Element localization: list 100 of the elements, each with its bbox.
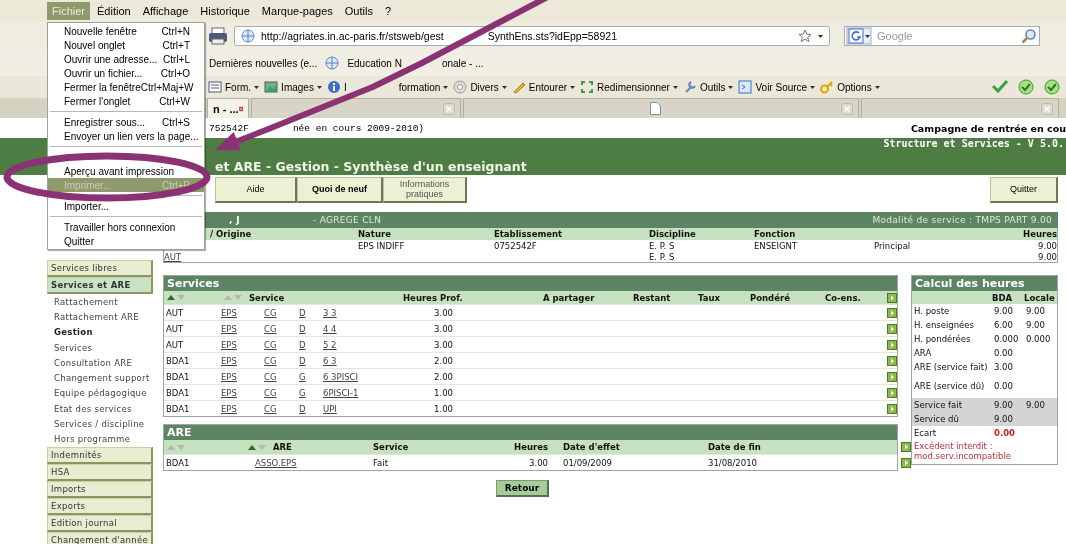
back-button[interactable]: Retour <box>495 480 550 497</box>
toolbar-button[interactable]: Entourer <box>511 79 576 95</box>
sidebar-item[interactable]: Hors programme <box>47 431 153 447</box>
sort-arrows-icon[interactable] <box>166 294 186 301</box>
bookmark-link[interactable]: Education N <box>347 57 402 69</box>
print-icon[interactable] <box>208 27 228 45</box>
table-link[interactable]: EPS <box>221 339 237 350</box>
table-link[interactable]: EPS <box>221 371 237 382</box>
table-link[interactable]: CG <box>264 339 277 350</box>
menu-item[interactable]: Outils <box>339 2 378 20</box>
toolbar-button[interactable]: Options <box>820 79 880 95</box>
sidebar-item[interactable]: Services et ARE <box>47 277 153 294</box>
menu-item[interactable]: Quitter <box>64 235 94 247</box>
toolbar-button[interactable]: Divers <box>453 79 507 95</box>
table-link[interactable]: 6 3 <box>323 355 337 366</box>
star-icon[interactable] <box>798 29 812 43</box>
menu-item[interactable]: Importer... <box>64 200 109 212</box>
address-bar[interactable]: http://agriates.in.ac-paris.fr/stsweb/gest SynthEns.sts?idEpp=58921 <box>234 26 830 46</box>
table-link[interactable]: ASSO.EPS <box>255 457 297 468</box>
table-link[interactable]: CG <box>264 387 277 398</box>
table-link[interactable]: CG <box>264 371 277 382</box>
sidebar-item[interactable]: Equipe pédagogique <box>47 385 153 402</box>
check-circle-icon[interactable] <box>1018 79 1034 95</box>
menu-item[interactable]: Affichage <box>137 2 194 20</box>
sidebar-item[interactable]: Indemnités <box>47 446 153 464</box>
nav-button[interactable]: Informations pratiques <box>383 177 467 203</box>
table-link[interactable]: D <box>299 323 306 334</box>
toolbar-button[interactable]: Images <box>264 79 322 95</box>
table-link[interactable]: G <box>299 371 306 382</box>
table-link[interactable]: AUT <box>164 251 182 262</box>
toolbar-button[interactable]: Redimensionner <box>580 79 678 95</box>
dropdown-icon[interactable] <box>874 85 880 89</box>
table-link[interactable]: UPI <box>323 403 337 414</box>
table-link[interactable]: 6 3PISCI <box>323 371 358 382</box>
sidebar-item[interactable]: Rattachement <box>47 294 153 310</box>
nav-button[interactable]: Aide <box>215 177 297 203</box>
dropdown-icon[interactable] <box>810 85 816 89</box>
table-link[interactable]: CG <box>264 307 277 318</box>
table-link[interactable]: D <box>299 339 306 350</box>
sidebar-item[interactable]: Changement support <box>47 370 153 386</box>
menu-item[interactable]: Ouvrir une adresse... <box>64 53 158 65</box>
checkmark-icon[interactable] <box>992 79 1008 93</box>
table-link[interactable]: EPS <box>221 387 237 398</box>
table-link[interactable]: CG <box>264 355 277 366</box>
bookmark-link[interactable]: onale - ... <box>441 57 484 69</box>
table-link[interactable]: EPS <box>221 307 237 318</box>
menu-item[interactable]: Enregistrer sous... <box>64 116 146 128</box>
table-link[interactable]: 3 3 <box>323 307 337 318</box>
menu-item[interactable]: Historique <box>195 2 255 20</box>
menu-item[interactable]: Marque-pages <box>256 2 338 20</box>
table-link[interactable]: D <box>299 403 306 414</box>
table-link[interactable]: 6PISCI-1 <box>323 387 359 398</box>
menu-item[interactable]: Édition <box>92 2 136 20</box>
table-link[interactable]: EPS <box>221 355 237 366</box>
dropdown-icon[interactable] <box>570 85 576 89</box>
toolbar-button[interactable]: Form. <box>208 79 260 95</box>
search-engine-icon[interactable] <box>846 27 872 45</box>
table-link[interactable]: D <box>299 355 306 366</box>
table-link[interactable]: EPS <box>221 323 237 334</box>
table-link[interactable]: CG <box>264 403 277 414</box>
table-link[interactable]: 5 2 <box>323 339 337 350</box>
dropdown-icon[interactable] <box>818 34 823 38</box>
nav-button[interactable]: Quoi de neuf <box>297 177 383 203</box>
menu-item[interactable]: Aperçu avant impression <box>64 165 175 177</box>
sidebar-item[interactable]: Services / discipline <box>47 416 153 432</box>
table-link[interactable]: CG <box>264 323 277 334</box>
toolbar-button[interactable]: Voir Source <box>738 79 816 95</box>
table-link[interactable]: 4 4 <box>323 323 337 334</box>
table-link[interactable]: G <box>299 387 306 398</box>
sidebar-item[interactable]: Rattachement ARE <box>47 309 153 325</box>
dropdown-icon[interactable] <box>728 85 734 89</box>
sidebar-item[interactable]: Services libres <box>47 260 153 277</box>
search-icon[interactable] <box>1021 28 1037 44</box>
menu-item[interactable]: Ouvrir un fichier... <box>64 67 143 79</box>
menu-item[interactable]: Travailler hors connexion <box>64 221 176 233</box>
bookmark-link[interactable]: Dernières nouvelles (e... <box>209 57 318 69</box>
menu-item[interactable]: Fermer la fenêtre <box>64 81 141 93</box>
quit-button[interactable]: Quitter <box>990 177 1058 203</box>
dropdown-icon[interactable] <box>501 85 507 89</box>
browser-tab[interactable] <box>251 98 461 118</box>
menu-item[interactable]: Envoyer un lien vers la page... <box>64 130 199 142</box>
sort-arrows-icon[interactable] <box>247 443 267 451</box>
sidebar-item[interactable]: Services <box>47 339 153 356</box>
browser-tab[interactable]: n - ... <box>207 98 249 118</box>
dropdown-icon[interactable] <box>443 85 449 89</box>
toolbar-button[interactable]: I formation <box>326 79 449 95</box>
dropdown-icon[interactable] <box>672 85 678 89</box>
table-link[interactable]: EPS <box>221 403 237 414</box>
sidebar-item[interactable]: Gestion <box>47 324 153 340</box>
menu-item[interactable]: Fermer l'onglet <box>64 95 131 107</box>
menu-item[interactable]: Nouvel onglet <box>64 39 126 51</box>
check-circle-icon[interactable] <box>1044 79 1060 95</box>
toolbar-button[interactable]: Outils <box>682 79 734 95</box>
table-link[interactable]: D <box>299 307 306 318</box>
dropdown-icon[interactable] <box>316 85 322 89</box>
menu-item[interactable]: ? <box>379 2 397 20</box>
sidebar-item[interactable]: Etat des services <box>47 401 153 417</box>
sidebar-item[interactable]: Consultation ARE <box>47 355 153 371</box>
dropdown-icon[interactable] <box>254 85 260 89</box>
menu-item[interactable]: Nouvelle fenêtre <box>64 25 137 37</box>
